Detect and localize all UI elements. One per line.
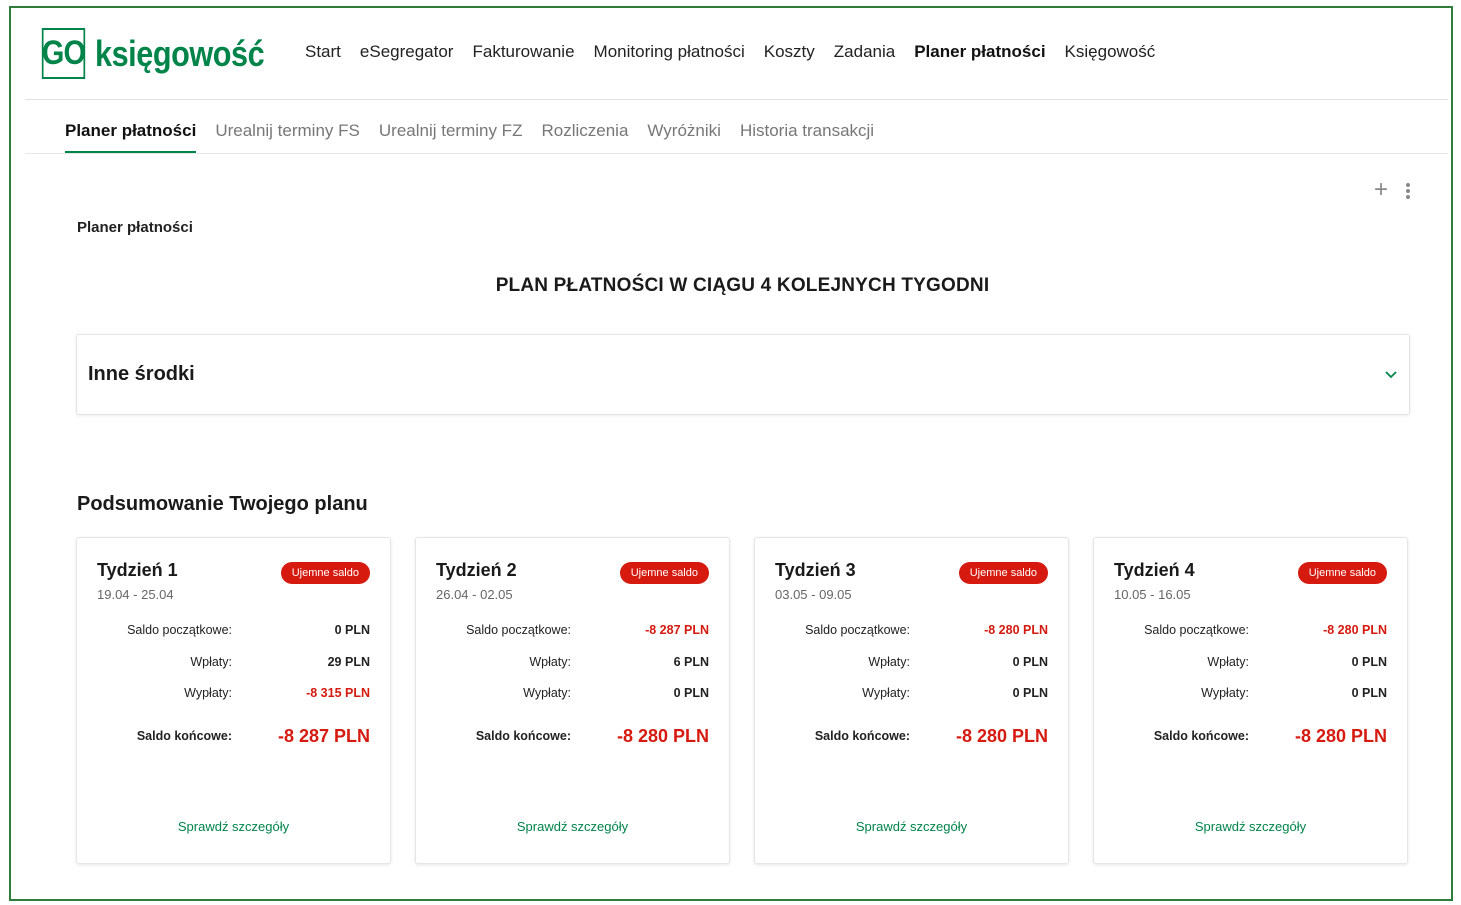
tab-rozliczenia[interactable]: Rozliczenia bbox=[541, 121, 628, 153]
label-end-balance: Saldo końcowe: bbox=[1153, 729, 1249, 743]
value-end-balance: -8 280 PLN bbox=[1294, 726, 1387, 746]
nav-koszty[interactable]: Koszty bbox=[764, 42, 815, 62]
summary-title: Podsumowanie Twojego planu bbox=[77, 493, 368, 515]
label-start-balance: Saldo początkowe: bbox=[466, 623, 571, 637]
nav-zadania[interactable]: Zadania bbox=[834, 42, 895, 62]
kebab-icon[interactable] bbox=[1400, 181, 1416, 201]
value-inflows: 6 PLN bbox=[673, 655, 709, 669]
week-dates: 10.05 - 16.05 bbox=[1114, 587, 1191, 602]
details-link[interactable]: Sprawdź szczegóły bbox=[755, 819, 1068, 834]
status-badge: Ujemne saldo bbox=[958, 562, 1048, 584]
nav-ksiegowosc[interactable]: Księgowość bbox=[1065, 42, 1156, 62]
subnav-divider bbox=[25, 153, 1448, 154]
logo[interactable]: GO księgowość bbox=[38, 28, 294, 79]
status-badge: Ujemne saldo bbox=[280, 562, 370, 584]
label-inflows: Wpłaty: bbox=[190, 655, 232, 669]
details-link[interactable]: Sprawdź szczegóły bbox=[77, 819, 390, 834]
status-badge: Ujemne saldo bbox=[619, 562, 709, 584]
label-inflows: Wpłaty: bbox=[868, 655, 910, 669]
chevron-down-icon[interactable] bbox=[1384, 368, 1398, 382]
value-start-balance: -8 280 PLN bbox=[984, 623, 1048, 637]
header-divider bbox=[25, 99, 1448, 100]
tab-urealnij-terminy-fz[interactable]: Urealnij terminy FZ bbox=[379, 121, 523, 153]
label-end-balance: Saldo końcowe: bbox=[475, 729, 571, 743]
week-dates: 03.05 - 09.05 bbox=[775, 587, 852, 602]
label-end-balance: Saldo końcowe: bbox=[814, 729, 910, 743]
value-inflows: 0 PLN bbox=[1351, 655, 1387, 669]
value-start-balance: -8 280 PLN bbox=[1323, 623, 1387, 637]
week-cards: Tydzień 1 19.04 - 25.04 Ujemne saldo Sal… bbox=[76, 537, 1408, 864]
nav-fakturowanie[interactable]: Fakturowanie bbox=[472, 42, 574, 62]
week-title: Tydzień 2 bbox=[436, 560, 517, 580]
label-outflows: Wypłaty: bbox=[184, 686, 232, 700]
tab-urealnij-terminy-fs[interactable]: Urealnij terminy FS bbox=[215, 121, 360, 153]
week-dates: 19.04 - 25.04 bbox=[97, 587, 174, 602]
value-start-balance: 0 PLN bbox=[334, 623, 370, 637]
label-start-balance: Saldo początkowe: bbox=[127, 623, 232, 637]
section-title: Planer płatności bbox=[77, 219, 193, 236]
plus-icon[interactable]: + bbox=[1371, 178, 1391, 202]
top-navigation: Start eSegregator Fakturowanie Monitorin… bbox=[305, 42, 1174, 62]
status-badge: Ujemne saldo bbox=[1297, 562, 1387, 584]
value-end-balance: -8 280 PLN bbox=[616, 726, 709, 746]
details-link[interactable]: Sprawdź szczegóły bbox=[416, 819, 729, 834]
logo-text: księgowość bbox=[95, 32, 265, 74]
value-outflows: -8 315 PLN bbox=[306, 686, 370, 700]
nav-planer-platnosci[interactable]: Planer płatności bbox=[914, 42, 1045, 62]
label-start-balance: Saldo początkowe: bbox=[805, 623, 910, 637]
week-title: Tydzień 4 bbox=[1114, 560, 1195, 580]
label-outflows: Wypłaty: bbox=[523, 686, 571, 700]
value-end-balance: -8 280 PLN bbox=[955, 726, 1048, 746]
details-link[interactable]: Sprawdź szczegóły bbox=[1094, 819, 1407, 834]
plan-header: PLAN PŁATNOŚCI W CIĄGU 4 KOLEJNYCH TYGOD… bbox=[495, 275, 990, 296]
week-card: Tydzień 4 10.05 - 16.05 Ujemne saldo Sal… bbox=[1093, 537, 1408, 864]
label-outflows: Wypłaty: bbox=[1201, 686, 1249, 700]
accordion-title: Inne środki bbox=[88, 363, 195, 385]
label-inflows: Wpłaty: bbox=[529, 655, 571, 669]
sub-navigation: Planer płatności Urealnij terminy FS Ure… bbox=[65, 121, 893, 153]
value-inflows: 29 PLN bbox=[327, 655, 370, 669]
label-outflows: Wypłaty: bbox=[862, 686, 910, 700]
value-outflows: 0 PLN bbox=[1012, 686, 1048, 700]
value-outflows: 0 PLN bbox=[673, 686, 709, 700]
value-inflows: 0 PLN bbox=[1012, 655, 1048, 669]
value-end-balance: -8 287 PLN bbox=[277, 726, 370, 746]
week-title: Tydzień 1 bbox=[97, 560, 178, 580]
nav-esegregator[interactable]: eSegregator bbox=[360, 42, 454, 62]
week-card: Tydzień 3 03.05 - 09.05 Ujemne saldo Sal… bbox=[754, 537, 1069, 864]
label-start-balance: Saldo początkowe: bbox=[1144, 623, 1249, 637]
week-title: Tydzień 3 bbox=[775, 560, 856, 580]
tab-planer-platnosci[interactable]: Planer płatności bbox=[65, 121, 197, 153]
value-outflows: 0 PLN bbox=[1351, 686, 1387, 700]
label-inflows: Wpłaty: bbox=[1207, 655, 1249, 669]
nav-monitoring-platnosci[interactable]: Monitoring płatności bbox=[594, 42, 745, 62]
label-end-balance: Saldo końcowe: bbox=[136, 729, 232, 743]
week-card: Tydzień 2 26.04 - 02.05 Ujemne saldo Sal… bbox=[415, 537, 730, 864]
nav-start[interactable]: Start bbox=[305, 42, 341, 62]
accordion-inne-srodki[interactable]: Inne środki bbox=[76, 334, 1410, 415]
logo-mark: GO bbox=[41, 28, 86, 79]
tab-wyrozniki[interactable]: Wyróżniki bbox=[647, 121, 721, 153]
value-start-balance: -8 287 PLN bbox=[645, 623, 709, 637]
week-card: Tydzień 1 19.04 - 25.04 Ujemne saldo Sal… bbox=[76, 537, 391, 864]
tab-historia-transakcji[interactable]: Historia transakcji bbox=[740, 121, 874, 153]
week-dates: 26.04 - 02.05 bbox=[436, 587, 513, 602]
